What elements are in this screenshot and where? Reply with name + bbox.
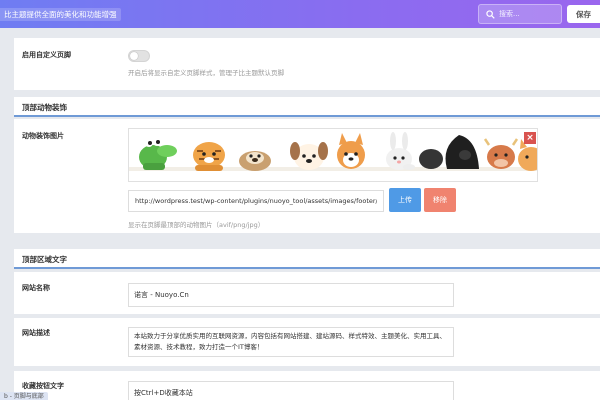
custom-footer-description: 开启后将显示自定义页脚样式，管理子比主题默认页脚 — [128, 69, 284, 77]
search-box[interactable] — [478, 4, 562, 24]
search-input[interactable] — [499, 7, 559, 21]
upload-button[interactable]: 上传 — [389, 188, 421, 212]
header-subtitle: 比主题提供全面的美化和功能增强 — [0, 8, 121, 21]
left-nav-chip[interactable]: b - 页脚与底部 — [0, 392, 48, 400]
save-button[interactable]: 保存 — [567, 5, 600, 23]
animal-image-preview — [128, 128, 538, 182]
section-animal-decoration: 顶部动物装饰 — [14, 97, 600, 117]
tiger-figure — [193, 142, 225, 171]
site-name-label: 网站名称 — [22, 284, 50, 292]
site-name-input[interactable] — [128, 283, 454, 307]
remove-button[interactable]: 移除 — [424, 188, 456, 212]
fav-text-input[interactable] — [128, 381, 454, 400]
custom-footer-toggle[interactable] — [128, 50, 150, 62]
fav-text-label: 收藏按钮文字 — [22, 382, 64, 390]
animal-image-description: 显示在页脚最顶部的动物图片（avif/png/jpg） — [128, 221, 265, 229]
section-title: 顶部区域文字 — [22, 255, 67, 264]
section-title: 顶部动物装饰 — [22, 103, 67, 112]
site-desc-textarea[interactable]: 本站致力于分享优质实用的互联网资源，内容包括有网站搭建、建站源码、样式特效、主题… — [128, 327, 454, 357]
custom-footer-panel — [14, 38, 600, 90]
toggle-knob — [130, 52, 138, 60]
otter-figure — [239, 151, 271, 171]
custom-footer-label: 启用自定义页脚 — [22, 51, 71, 59]
site-desc-label: 网站描述 — [22, 329, 50, 337]
remove-image-icon[interactable]: × — [524, 132, 536, 144]
animal-image-url-input[interactable] — [128, 190, 384, 212]
search-icon — [486, 10, 495, 19]
animal-illustration — [129, 129, 537, 181]
section-top-text: 顶部区域文字 — [14, 249, 600, 269]
top-header-bar: 比主题提供全面的美化和功能增强 保存 — [0, 0, 600, 28]
animal-image-label: 动物装饰图片 — [22, 132, 64, 140]
